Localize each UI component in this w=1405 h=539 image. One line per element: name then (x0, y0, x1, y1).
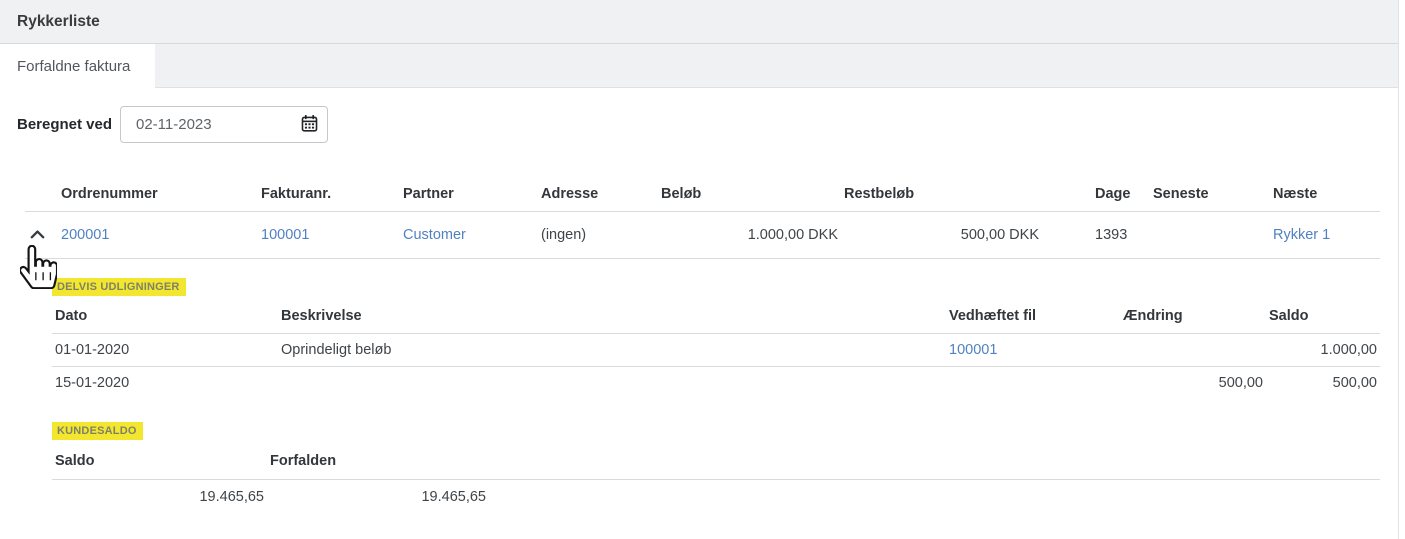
col-ordrenummer: Ordrenummer (58, 179, 258, 212)
col-seneste: Seneste (1150, 179, 1270, 212)
balance-header-row: Saldo Forfalden (52, 440, 1380, 480)
col-kundesaldo-saldo: Saldo (52, 440, 267, 480)
col-adresse: Adresse (538, 179, 658, 212)
col-kundesaldo-forfalden: Forfalden (267, 440, 489, 480)
calendar-icon[interactable] (300, 115, 319, 134)
calculated-at-label: Beregnet ved (17, 116, 120, 133)
order-number-link[interactable]: 200001 (61, 227, 109, 243)
col-dato: Dato (52, 296, 278, 334)
reminder-list-page: Rykkerliste Forfaldne faktura Beregnet v… (0, 0, 1405, 539)
col-vedhaeftet-fil: Vedhæftet fil (946, 296, 1120, 334)
description-cell (278, 367, 946, 400)
attachment-cell (946, 367, 1120, 400)
date-field-wrap (120, 106, 328, 143)
attachment-link[interactable]: 100001 (949, 342, 997, 358)
page-title: Rykkerliste (17, 13, 100, 31)
settlement-row: 01-01-2020 Oprindeligt beløb 100001 1.00… (52, 334, 1380, 367)
description-cell: Oprindeligt beløb (278, 334, 946, 367)
overdue-invoices-table: Ordrenummer Fakturanr. Partner Adresse B… (25, 179, 1380, 259)
partial-settlements-table: Dato Beskrivelse Vedhæftet fil Ændring S… (52, 296, 1380, 399)
invoice-row: 200001 100001 Customer (ingen) 1.000,00 … (25, 212, 1380, 259)
date-cell: 01-01-2020 (52, 334, 278, 367)
col-partner: Partner (400, 179, 538, 212)
collapse-row-toggle[interactable] (28, 230, 45, 239)
customer-balance-label: KUNDESALDO (52, 422, 143, 440)
tab-forfaldne-faktura[interactable]: Forfaldne faktura (0, 44, 155, 88)
col-belob: Beløb (658, 179, 841, 212)
filter-row: Beregnet ved (17, 106, 1405, 143)
next-reminder-link[interactable]: Rykker 1 (1273, 227, 1330, 243)
partial-settlements-label: DELVIS UDLIGNINGER (52, 278, 186, 296)
invoice-table-header-row: Ordrenummer Fakturanr. Partner Adresse B… (25, 179, 1380, 212)
days-cell: 1393 (1042, 212, 1150, 259)
filler-cell (489, 480, 1380, 515)
calculated-at-date-input[interactable] (120, 106, 328, 143)
balance-cell: 1.000,00 (1266, 334, 1380, 367)
col-fakturanr: Fakturanr. (258, 179, 400, 212)
amount-cell: 1.000,00 DKK (658, 212, 841, 259)
remaining-amount-cell: 500,00 DKK (841, 212, 1042, 259)
chevron-up-icon (30, 230, 45, 239)
customer-balance-forfalden: 19.465,65 (267, 480, 489, 515)
address-cell: (ingen) (538, 212, 658, 259)
col-aendring: Ændring (1120, 296, 1266, 334)
latest-cell (1150, 212, 1270, 259)
col-saldo: Saldo (1266, 296, 1380, 334)
invoice-number-link[interactable]: 100001 (261, 227, 309, 243)
partner-link[interactable]: Customer (403, 227, 466, 243)
tab-bar: Forfaldne faktura (0, 44, 1405, 88)
expand-column-header (25, 179, 58, 212)
col-beskrivelse: Beskrivelse (278, 296, 946, 334)
date-cell: 15-01-2020 (52, 367, 278, 400)
col-filler (489, 440, 1380, 480)
customer-balance-table: Saldo Forfalden 19.465,65 19.465,65 (52, 440, 1380, 514)
change-cell: 500,00 (1120, 367, 1266, 400)
change-cell (1120, 334, 1266, 367)
col-dage: Dage (1042, 179, 1150, 212)
settlements-header-row: Dato Beskrivelse Vedhæftet fil Ændring S… (52, 296, 1380, 334)
balance-cell: 500,00 (1266, 367, 1380, 400)
customer-balance-saldo: 19.465,65 (52, 480, 267, 515)
settlement-row: 15-01-2020 500,00 500,00 (52, 367, 1380, 400)
balance-row: 19.465,65 19.465,65 (52, 480, 1380, 515)
window-edge (1398, 0, 1405, 539)
col-restbelob: Restbeløb (841, 179, 1042, 212)
col-naeste: Næste (1270, 179, 1380, 212)
window-title-bar: Rykkerliste (0, 0, 1405, 44)
